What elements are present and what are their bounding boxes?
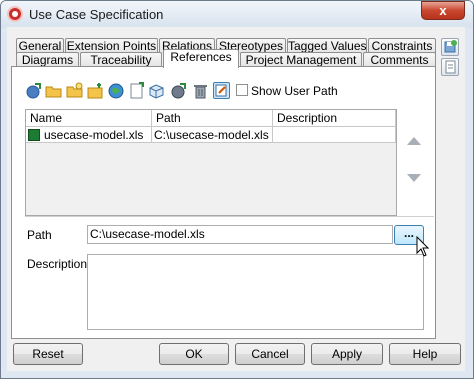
column-header-name[interactable]: Name (26, 110, 152, 127)
excel-file-icon (28, 129, 40, 141)
delete-icon[interactable] (192, 82, 209, 99)
column-header-path[interactable]: Path (152, 110, 273, 127)
description-label: Description (27, 257, 88, 271)
help-button[interactable]: Help (389, 343, 461, 365)
app-logo-icon (7, 6, 23, 22)
references-table[interactable]: Name Path Description usecase-model.xls … (25, 109, 397, 216)
add-box-icon[interactable] (148, 82, 165, 99)
table-row-description-cell[interactable] (273, 127, 396, 143)
column-header-description[interactable]: Description (273, 110, 396, 127)
mouse-cursor-icon (416, 235, 430, 261)
show-user-path-label: Show User Path (251, 84, 338, 98)
move-down-icon[interactable] (407, 174, 421, 182)
add-link-icon[interactable] (170, 82, 187, 99)
path-label: Path (27, 228, 52, 242)
cancel-button[interactable]: Cancel (235, 343, 305, 365)
add-url-icon[interactable] (25, 82, 42, 99)
table-row-path-cell[interactable]: C:\usecase-model.xls (152, 127, 273, 143)
add-file-icon[interactable] (45, 82, 62, 99)
load-template-icon[interactable] (441, 58, 459, 76)
ok-button[interactable]: OK (159, 343, 229, 365)
path-input[interactable]: C:\usecase-model.xls (87, 225, 393, 244)
title-bar[interactable]: Use Case Specification x (1, 1, 473, 28)
close-button[interactable]: x (421, 1, 465, 20)
description-textarea[interactable] (87, 254, 424, 330)
move-up-icon[interactable] (407, 137, 421, 145)
save-template-icon[interactable] (441, 38, 459, 56)
add-folder-icon[interactable] (66, 82, 83, 99)
add-shape-icon[interactable] (128, 82, 145, 99)
edit-icon[interactable] (213, 82, 230, 99)
divider (25, 216, 434, 217)
apply-button[interactable]: Apply (311, 343, 383, 365)
add-model-element-icon[interactable] (87, 82, 104, 99)
tab-references[interactable]: References (163, 49, 239, 68)
window-title: Use Case Specification (29, 7, 164, 22)
add-diagram-icon[interactable] (108, 82, 125, 99)
show-user-path-checkbox[interactable] (236, 84, 248, 96)
table-row-name-cell[interactable]: usecase-model.xls (26, 127, 152, 143)
reset-button[interactable]: Reset (13, 343, 83, 365)
reference-name: usecase-model.xls (44, 128, 144, 142)
